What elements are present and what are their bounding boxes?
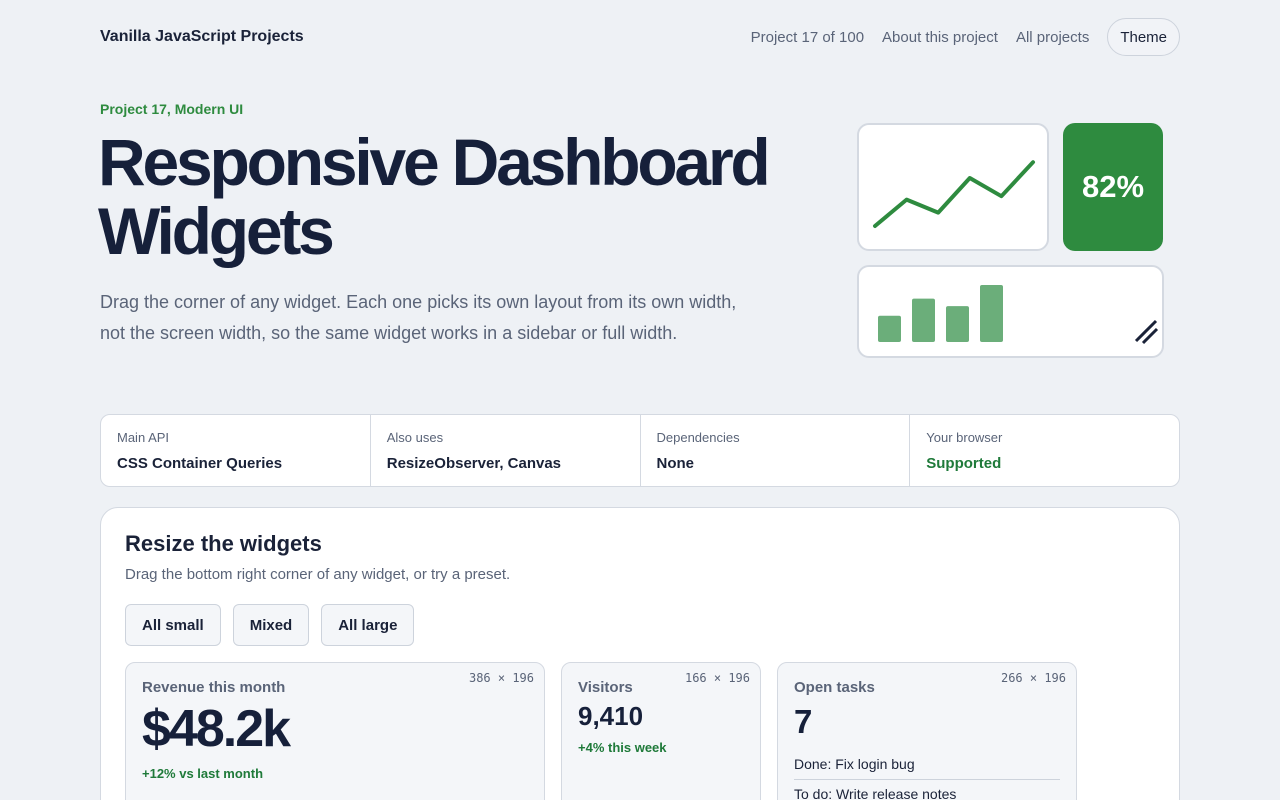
top-nav: Project 17 of 100 About this project All… — [751, 18, 1180, 56]
fact-value: CSS Container Queries — [117, 455, 283, 472]
widget-delta: +4% this week — [578, 740, 667, 755]
hero-eyebrow: Project 17, Modern UI — [100, 101, 244, 117]
illustration-line-chart — [873, 160, 1035, 228]
fact-main-api: Main API CSS Container Queries — [101, 415, 370, 486]
illustration-bar-chart — [878, 285, 1159, 345]
illustration-bar — [878, 315, 901, 342]
nav-project-progress[interactable]: Project 17 of 100 — [751, 29, 864, 46]
hero-description: Drag the corner of any widget. Each one … — [100, 292, 737, 343]
widget-open-tasks[interactable]: 266 × 196 Open tasks 7 Done: Fix login b… — [777, 662, 1077, 800]
theme-button[interactable]: Theme — [1107, 18, 1180, 56]
task-item: To do: Write release notes — [794, 786, 957, 800]
widget-title: Open tasks — [794, 679, 875, 696]
fact-browser-support: Your browser Supported — [909, 415, 1179, 486]
panel-subtitle: Drag the bottom right corner of any widg… — [125, 566, 511, 583]
preset-mixed-button[interactable]: Mixed — [232, 604, 310, 646]
nav-all-projects[interactable]: All projects — [1016, 29, 1089, 46]
resize-panel: Resize the widgets Drag the bottom right… — [100, 507, 1180, 800]
widget-delta: +12% vs last month — [142, 766, 264, 781]
widget-value: 9,410 — [578, 701, 644, 731]
preset-all-small-button[interactable]: All small — [125, 604, 221, 646]
page-title: Responsive Dashboard Widgets — [98, 125, 771, 268]
project-facts: Main API CSS Container Queries Also uses… — [100, 414, 1180, 487]
nav-about[interactable]: About this project — [882, 29, 998, 46]
illustration-bar — [946, 306, 969, 342]
illustration-percent-widget: 82% — [1063, 123, 1163, 251]
widget-value: $48.2k — [142, 700, 291, 758]
widget-size-readout: 266 × 196 — [1000, 671, 1066, 685]
top-bar: Vanilla JavaScript Projects Project 17 o… — [100, 18, 1180, 56]
fact-value-supported: Supported — [926, 455, 1002, 472]
preset-all-large-button[interactable]: All large — [321, 604, 415, 646]
site-brand[interactable]: Vanilla JavaScript Projects — [100, 28, 304, 46]
fact-dependencies: Dependencies None — [639, 415, 910, 486]
widget-size-readout: 386 × 196 — [468, 671, 534, 685]
fact-label: Main API — [117, 430, 170, 445]
panel-title: Resize the widgets — [125, 531, 322, 556]
illustration-line — [873, 160, 1035, 228]
widget-title: Revenue this month — [142, 679, 286, 696]
fact-value: ResizeObserver, Canvas — [386, 455, 562, 472]
task-item: Done: Fix login bug — [794, 756, 915, 772]
fact-label: Also uses — [386, 430, 444, 445]
illustration-bar — [912, 298, 935, 342]
fact-label: Your browser — [926, 430, 1003, 445]
widget-visitors[interactable]: 166 × 196 Visitors 9,410 +4% this week — [561, 662, 761, 800]
fact-also-uses: Also uses ResizeObserver, Canvas — [369, 415, 640, 486]
preset-buttons: All small Mixed All large — [125, 604, 426, 646]
illustration-bar-widget — [857, 265, 1164, 358]
widget-size-readout: 166 × 196 — [684, 671, 750, 685]
widget-value: 7 — [794, 703, 813, 740]
illustration-bar — [980, 285, 1003, 342]
illustration-line-widget — [857, 123, 1049, 251]
widget-title: Visitors — [578, 679, 633, 696]
widget-revenue[interactable]: 386 × 196 Revenue this month $48.2k +12%… — [125, 662, 545, 800]
fact-label: Dependencies — [656, 430, 740, 445]
fact-value: None — [656, 455, 695, 472]
task-divider — [794, 779, 1060, 780]
